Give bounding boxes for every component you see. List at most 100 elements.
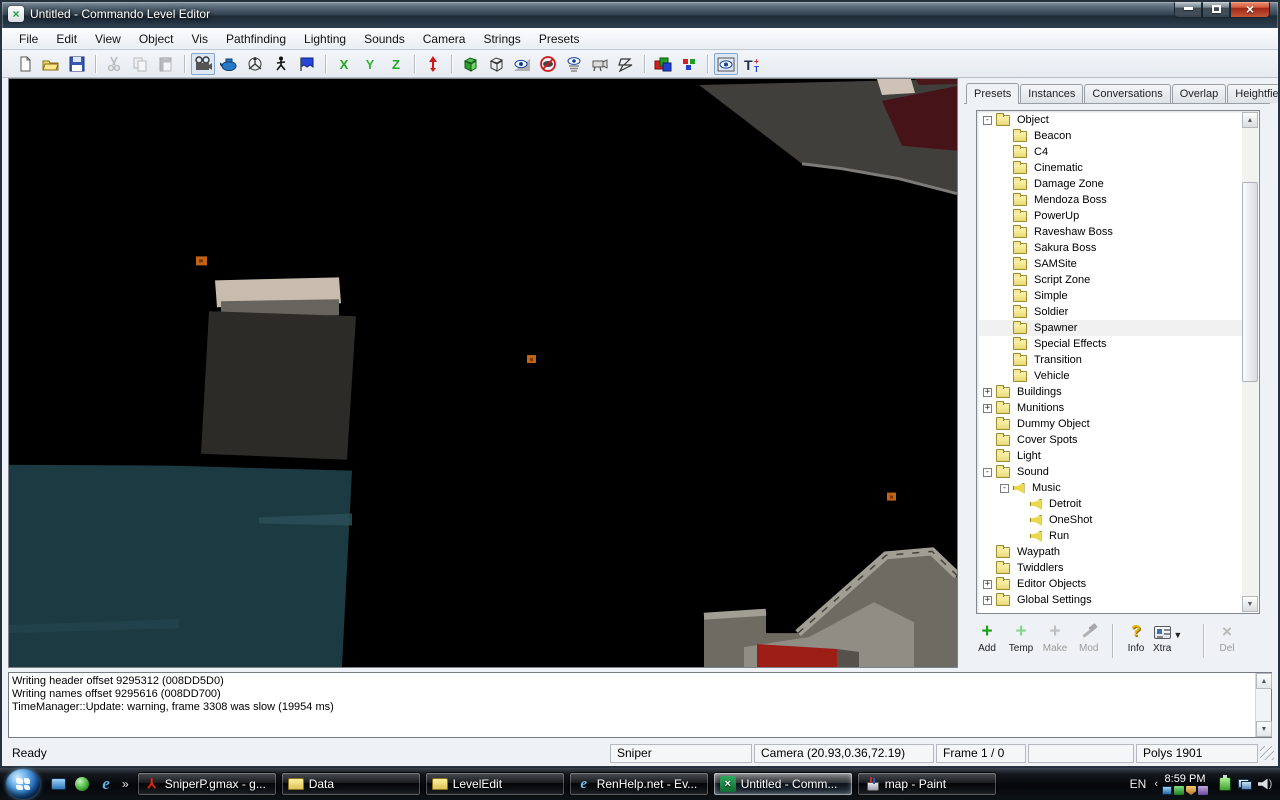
- tree-item[interactable]: + Munitions: [978, 400, 1242, 416]
- axis-y-button[interactable]: Y: [358, 53, 382, 75]
- ungroup-objects-button[interactable]: [677, 53, 701, 75]
- hide-selected-button[interactable]: [536, 53, 560, 75]
- maximize-button[interactable]: [1202, 0, 1230, 18]
- zone-edit-button[interactable]: [614, 53, 638, 75]
- menu-item[interactable]: View: [86, 30, 130, 48]
- dropdown-arrow-icon[interactable]: ▼: [1173, 630, 1182, 640]
- tree-item[interactable]: OneShot: [978, 512, 1242, 528]
- menu-item[interactable]: Edit: [47, 30, 86, 48]
- menu-item[interactable]: Object: [130, 30, 183, 48]
- scrollbar-thumb[interactable]: [1242, 182, 1258, 382]
- internet-explorer-icon[interactable]: e: [95, 772, 117, 796]
- preset-action-button[interactable]: Mod ▼: [1072, 622, 1106, 662]
- tree-item[interactable]: Raveshaw Boss: [978, 224, 1242, 240]
- close-button[interactable]: ×: [1230, 0, 1270, 18]
- scroll-down-icon[interactable]: ▼: [1242, 596, 1258, 612]
- tree-item[interactable]: C4: [978, 144, 1242, 160]
- tree-item[interactable]: + Buildings: [978, 384, 1242, 400]
- taskbar-button[interactable]: SniperP.gmax - g...: [137, 772, 277, 796]
- tree-item[interactable]: Special Effects: [978, 336, 1242, 352]
- scroll-up-icon[interactable]: ▲: [1256, 673, 1272, 689]
- menu-item[interactable]: Presets: [530, 30, 589, 48]
- tree-item[interactable]: - Music: [978, 480, 1242, 496]
- clock[interactable]: 8:59 PM: [1165, 773, 1206, 785]
- menu-item[interactable]: Sounds: [355, 30, 414, 48]
- tree-item[interactable]: Detroit: [978, 496, 1242, 512]
- menu-item[interactable]: Camera: [414, 30, 475, 48]
- visibility-box-button[interactable]: [714, 53, 738, 75]
- preset-action-button[interactable]: ? Info ▼: [1119, 622, 1153, 662]
- volume-icon[interactable]: ): [1256, 774, 1274, 794]
- copy-button[interactable]: [128, 53, 152, 75]
- tree-item[interactable]: Vehicle: [978, 368, 1242, 384]
- expand-toggle[interactable]: -: [1000, 484, 1009, 493]
- tree-item[interactable]: + Editor Objects: [978, 576, 1242, 592]
- tree-item[interactable]: Soldier: [978, 304, 1242, 320]
- object-mode-button[interactable]: [217, 53, 241, 75]
- tree-item[interactable]: Transition: [978, 352, 1242, 368]
- show-desktop-icon[interactable]: [47, 772, 69, 796]
- menu-item[interactable]: File: [10, 30, 47, 48]
- expand-toggle[interactable]: +: [983, 580, 992, 589]
- tree-item[interactable]: - Sound: [978, 464, 1242, 480]
- tray-purple-icon[interactable]: [1198, 786, 1208, 795]
- minimize-button[interactable]: [1174, 0, 1202, 18]
- walk-mode-button[interactable]: [269, 53, 293, 75]
- flag-comment-button[interactable]: [295, 53, 319, 75]
- globe-app-icon[interactable]: [71, 772, 93, 796]
- expand-toggle[interactable]: -: [983, 468, 992, 477]
- network-icon[interactable]: [1236, 774, 1254, 794]
- tray-green-icon[interactable]: [1174, 786, 1184, 795]
- tree-item[interactable]: Damage Zone: [978, 176, 1242, 192]
- panel-tab[interactable]: Conversations: [1084, 84, 1170, 103]
- unhide-all-button[interactable]: [562, 53, 586, 75]
- resize-grip[interactable]: [1260, 746, 1274, 760]
- preset-action-button[interactable]: + Make ▼: [1038, 622, 1072, 662]
- vertical-move-button[interactable]: [421, 53, 445, 75]
- menu-item[interactable]: Pathfinding: [217, 30, 295, 48]
- taskbar-button[interactable]: LevelEdit: [425, 772, 565, 796]
- expand-toggle[interactable]: +: [983, 404, 992, 413]
- tree-item[interactable]: Spawner: [978, 320, 1242, 336]
- show-selected-button[interactable]: [510, 53, 534, 75]
- axis-x-button[interactable]: X: [332, 53, 356, 75]
- solid-view-button[interactable]: [458, 53, 482, 75]
- paste-button[interactable]: [154, 53, 178, 75]
- tree-item[interactable]: Beacon: [978, 128, 1242, 144]
- rotate-gizmo-button[interactable]: [243, 53, 267, 75]
- tree-item[interactable]: Twiddlers: [978, 560, 1242, 576]
- camera-settings-button[interactable]: [588, 53, 612, 75]
- taskbar-button[interactable]: RenHelp.net - Ev...: [569, 772, 709, 796]
- title-bar[interactable]: × Untitled - Commando Level Editor ×: [0, 0, 1280, 28]
- start-button[interactable]: [6, 769, 40, 799]
- preset-action-button[interactable]: Xtra ▼: [1153, 622, 1197, 662]
- preset-action-button[interactable]: + Temp ▼: [1004, 622, 1038, 662]
- scroll-down-icon[interactable]: ▼: [1256, 721, 1272, 737]
- tree-item[interactable]: Cover Spots: [978, 432, 1242, 448]
- tree-item[interactable]: Waypath: [978, 544, 1242, 560]
- tree-scrollbar[interactable]: ▲ ▼: [1242, 112, 1258, 612]
- panel-tab[interactable]: Instances: [1020, 84, 1083, 103]
- preset-action-button[interactable]: × Del ▼: [1210, 622, 1244, 662]
- tray-shield-icon[interactable]: [1186, 786, 1196, 795]
- menu-item[interactable]: Strings: [474, 30, 529, 48]
- panel-tab[interactable]: Heightfield: [1227, 84, 1280, 103]
- wireframe-view-button[interactable]: [484, 53, 508, 75]
- tray-expand-icon[interactable]: ‹: [1154, 778, 1158, 790]
- expand-toggle[interactable]: -: [983, 116, 992, 125]
- tree-item[interactable]: Mendoza Boss: [978, 192, 1242, 208]
- tree-item[interactable]: PowerUp: [978, 208, 1242, 224]
- viewport-3d[interactable]: [8, 78, 958, 668]
- tree-item[interactable]: Dummy Object: [978, 416, 1242, 432]
- tray-monitor-icon[interactable]: [1162, 786, 1172, 795]
- quick-launch-overflow[interactable]: »: [122, 777, 129, 791]
- log-output[interactable]: Writing header offset 9295312 (008DD5D0)…: [8, 672, 1272, 738]
- log-scrollbar[interactable]: ▲ ▼: [1255, 673, 1271, 737]
- group-objects-button[interactable]: [651, 53, 675, 75]
- panel-tab[interactable]: Presets: [966, 83, 1019, 104]
- preset-action-button[interactable]: + Add ▼: [970, 622, 1004, 662]
- scroll-up-icon[interactable]: ▲: [1242, 112, 1258, 128]
- taskbar-button[interactable]: map - Paint: [857, 772, 997, 796]
- tree-item[interactable]: Script Zone: [978, 272, 1242, 288]
- taskbar-button[interactable]: Data: [281, 772, 421, 796]
